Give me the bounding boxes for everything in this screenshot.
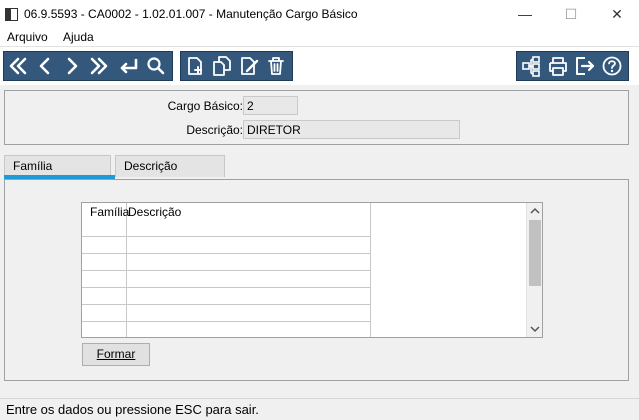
- scroll-down-icon[interactable]: [530, 325, 540, 333]
- grid-cell-descricao[interactable]: [127, 254, 371, 271]
- tab-container: Família Descrição Família Descrição Form…: [4, 155, 629, 382]
- status-bar: Entre os dados ou pressione ESC para sai…: [0, 398, 639, 420]
- grid-cell-descricao[interactable]: [127, 322, 371, 337]
- status-text: Entre os dados ou pressione ESC para sai…: [6, 402, 259, 417]
- maximize-button[interactable]: ☐: [549, 0, 593, 29]
- tab-descricao[interactable]: Descrição: [115, 155, 225, 177]
- edit-record-icon[interactable]: [238, 55, 260, 77]
- previous-record-icon[interactable]: [34, 55, 56, 77]
- window-title: 06.9.5593 - CA0002 - 1.02.01.007 - Manut…: [24, 7, 358, 21]
- familia-grid[interactable]: Família Descrição: [81, 202, 543, 338]
- column-header-familia[interactable]: Família: [82, 203, 129, 237]
- toolbar: [0, 47, 639, 85]
- menu-arquivo[interactable]: Arquivo: [7, 30, 48, 44]
- grid-cell-descricao[interactable]: [127, 237, 371, 254]
- grid-cell-descricao[interactable]: [127, 305, 371, 322]
- scroll-up-icon[interactable]: [530, 207, 540, 215]
- close-button[interactable]: ✕: [595, 0, 639, 29]
- grid-scrollbar[interactable]: [526, 203, 542, 337]
- help-icon[interactable]: [601, 55, 623, 77]
- grid-cell-descricao[interactable]: [127, 271, 371, 288]
- first-record-icon[interactable]: [7, 55, 29, 77]
- header-form-panel: Cargo Básico: 2 Descrição: DIRETOR: [4, 90, 629, 145]
- title-bar: 06.9.5593 - CA0002 - 1.02.01.007 - Manut…: [0, 0, 639, 29]
- next-record-icon[interactable]: [61, 55, 83, 77]
- scroll-thumb[interactable]: [529, 220, 541, 286]
- menu-ajuda[interactable]: Ajuda: [63, 30, 94, 44]
- grid-cell-familia[interactable]: [82, 305, 127, 322]
- formar-button[interactable]: Formar: [82, 343, 150, 366]
- print-icon[interactable]: [547, 55, 569, 77]
- grid-cell-familia[interactable]: [82, 237, 127, 254]
- hierarchy-icon[interactable]: [520, 55, 542, 77]
- cargo-basico-field[interactable]: 2: [243, 96, 298, 115]
- utility-toolbar-group: [516, 51, 629, 81]
- cargo-basico-label: Cargo Básico:: [167, 99, 243, 113]
- descricao-field[interactable]: DIRETOR: [243, 120, 460, 139]
- minimize-button[interactable]: —: [503, 0, 547, 29]
- grid-cell-familia[interactable]: [82, 271, 127, 288]
- menu-bar: Arquivo Ajuda: [0, 29, 639, 47]
- grid-cell-familia[interactable]: [82, 288, 127, 305]
- grid-cell-familia[interactable]: [82, 322, 127, 337]
- goto-enter-icon[interactable]: [117, 55, 139, 77]
- copy-record-icon[interactable]: [211, 55, 233, 77]
- new-record-icon[interactable]: [184, 55, 206, 77]
- tab-panel-familia: Família Descrição Formar: [4, 179, 629, 381]
- navigation-toolbar-group: [3, 51, 173, 81]
- edit-toolbar-group: [180, 51, 293, 81]
- tab-familia[interactable]: Família: [4, 155, 111, 177]
- search-icon[interactable]: [145, 55, 167, 77]
- formar-label: Formar: [96, 347, 136, 361]
- delete-record-icon[interactable]: [265, 55, 287, 77]
- grid-cell-descricao[interactable]: [127, 288, 371, 305]
- last-record-icon[interactable]: [88, 55, 110, 77]
- grid-cell-familia[interactable]: [82, 254, 127, 271]
- column-header-descricao[interactable]: Descrição: [127, 203, 371, 237]
- app-icon: [5, 8, 18, 21]
- descricao-label: Descrição:: [186, 123, 243, 137]
- exit-icon[interactable]: [574, 55, 596, 77]
